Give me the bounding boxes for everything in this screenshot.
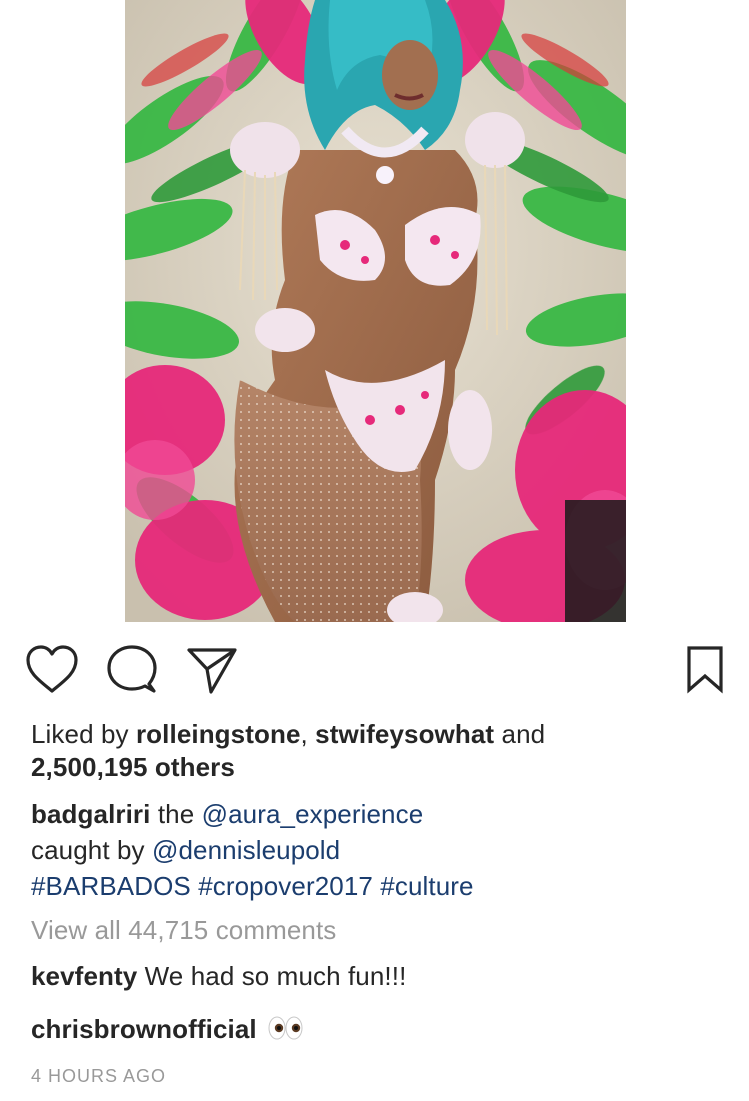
caption-mention[interactable]: @aura_experience — [202, 799, 424, 829]
caption-hashtag[interactable]: #culture — [380, 871, 473, 901]
comment-item: kevfenty We had so much fun!!! — [31, 960, 721, 993]
heart-icon — [26, 645, 78, 693]
post-caption: badgalriri the @aura_experience caught b… — [31, 796, 721, 904]
caption-text: caught by — [31, 835, 145, 865]
likes-summary: Liked by rolleingstone, stwifeysowhat an… — [31, 718, 721, 784]
save-button[interactable] — [676, 640, 732, 700]
eyes-emoji-icon — [268, 1015, 304, 1049]
comment-item: chrisbrownofficial — [31, 1013, 721, 1049]
bookmark-icon — [687, 646, 723, 694]
likes-separator: , — [300, 719, 308, 749]
like-button[interactable] — [24, 640, 80, 700]
post-image-art — [125, 0, 626, 622]
share-button[interactable] — [184, 640, 240, 700]
comment-button[interactable] — [102, 640, 158, 700]
paper-plane-icon — [187, 648, 237, 694]
post-timestamp: 4 HOURS AGO — [31, 1066, 167, 1086]
view-all-comments-link[interactable]: View all 44,715 comments — [31, 914, 721, 947]
comment-username[interactable]: kevfenty — [31, 961, 137, 991]
caption-username[interactable]: badgalriri — [31, 799, 150, 829]
likes-prefix: Liked by — [31, 719, 129, 749]
caption-hashtag[interactable]: #BARBADOS — [31, 871, 191, 901]
action-bar — [0, 640, 749, 700]
liked-by-user-link[interactable]: stwifeysowhat — [315, 719, 494, 749]
post-image[interactable] — [125, 0, 626, 622]
caption-hashtag[interactable]: #cropover2017 — [198, 871, 373, 901]
likes-conjunction: and — [501, 719, 546, 749]
liked-by-user-link[interactable]: rolleingstone — [136, 719, 301, 749]
caption-text: the — [157, 799, 195, 829]
comment-text: We had so much fun!!! — [144, 961, 407, 991]
comment-username[interactable]: chrisbrownofficial — [31, 1014, 257, 1044]
caption-mention[interactable]: @dennisleupold — [152, 835, 340, 865]
likes-count-link[interactable]: 2,500,195 others — [31, 752, 235, 782]
speech-bubble-icon — [107, 645, 157, 693]
